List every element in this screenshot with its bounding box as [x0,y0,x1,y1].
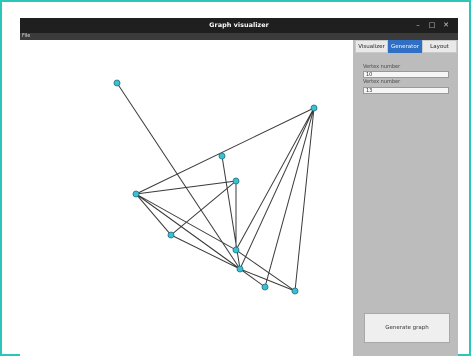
vertex-number-label-2: Vertex number [363,79,401,85]
tab-layout[interactable]: Layout [422,40,457,53]
graph-node[interactable] [232,246,240,254]
tab-generator[interactable]: Generator [388,40,422,53]
graph-edge [170,234,241,270]
graph-node[interactable] [132,190,140,198]
graph-edge [235,107,315,251]
title-bar: Graph visualizer – □ ✕ [20,18,458,33]
side-panel: Visualizer Generator Layout Vertex numbe… [353,40,458,356]
graph-edge [135,193,266,288]
graph-canvas[interactable] [20,40,353,356]
graph-node[interactable] [218,152,226,160]
tab-bar: Visualizer Generator Layout [353,40,458,53]
close-button[interactable]: ✕ [440,18,452,33]
vertex-number-input[interactable]: 10 [363,71,449,78]
graph-nodes [113,79,318,295]
graph-node[interactable] [261,283,269,291]
graph-edge [294,107,315,292]
minimize-button[interactable]: – [412,18,424,33]
tab-visualizer[interactable]: Visualizer [355,40,388,53]
graph-edge [170,180,237,236]
menu-bar: File [20,33,458,40]
vertex-number-label: Vertex number [363,64,401,70]
graph-edge [135,107,315,195]
graph-node[interactable] [113,79,121,87]
generate-graph-button[interactable]: Generate graph [364,313,450,343]
graph-node[interactable] [232,177,240,185]
graph-edge [116,82,241,270]
graph-node[interactable] [167,231,175,239]
graph-node[interactable] [236,265,244,273]
menu-file[interactable]: File [22,33,30,40]
graph-node[interactable] [310,104,318,112]
vertex-number-input-2[interactable]: 13 [363,87,449,94]
maximize-button[interactable]: □ [426,18,438,33]
window-title: Graph visualizer [209,21,269,29]
graph-edges [116,82,315,292]
app-window: Graph visualizer – □ ✕ File Visualizer G… [20,18,458,356]
graph-edge [135,193,172,236]
graph-svg [113,79,318,295]
graph-node[interactable] [291,287,299,295]
graph-edge [135,180,237,195]
